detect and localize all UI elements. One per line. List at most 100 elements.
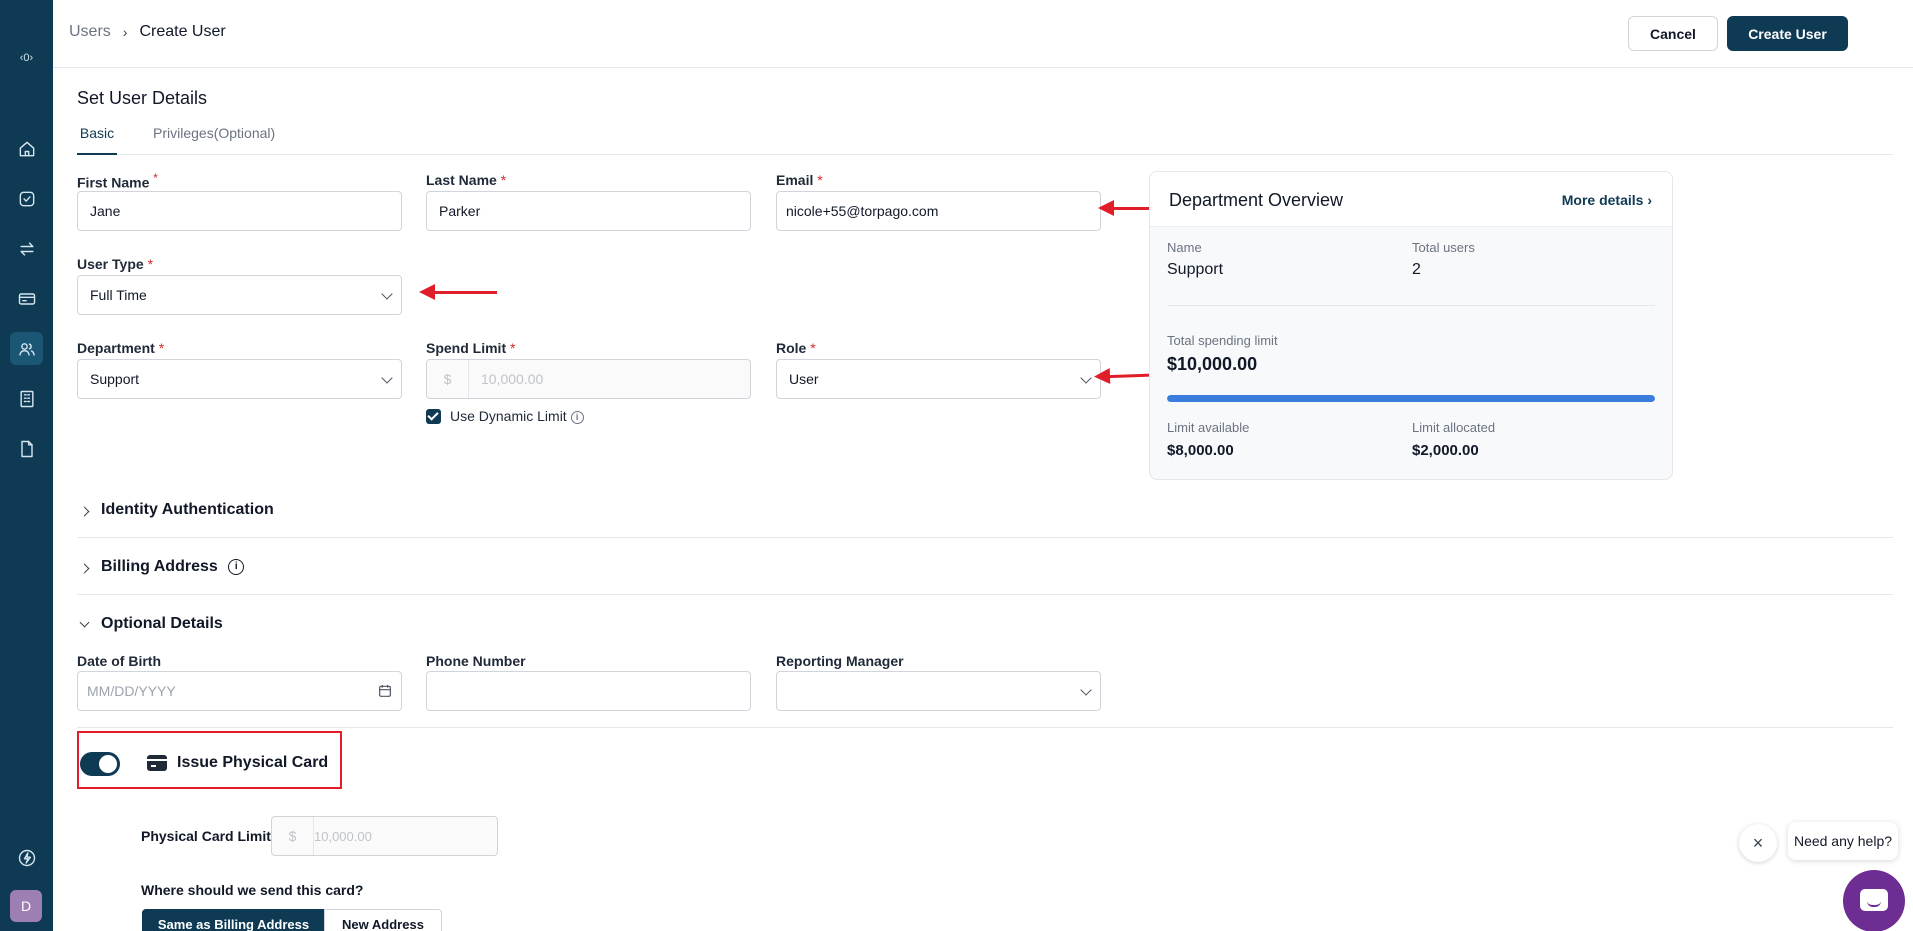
currency-prefix: $	[272, 817, 314, 855]
transfer-icon	[19, 241, 34, 256]
card-icon	[18, 292, 35, 305]
document-icon	[20, 440, 33, 457]
physical-card-limit-label: Physical Card Limit:	[141, 828, 276, 844]
user-type-value: Full Time	[90, 287, 147, 303]
physical-card-limit-input[interactable]: $ 10,000.00	[271, 816, 498, 856]
cancel-button[interactable]: Cancel	[1628, 16, 1718, 51]
tab-privileges[interactable]: Privileges(Optional)	[153, 125, 275, 155]
check-circle-icon	[19, 191, 34, 206]
sidebar: ‹0› D	[0, 0, 53, 931]
sidebar-item-transactions[interactable]	[10, 232, 43, 265]
users-icon	[18, 342, 35, 356]
role-select[interactable]: User	[776, 359, 1101, 399]
billing-address-title: Billing Address i	[101, 558, 245, 576]
page-title: Set User Details	[77, 88, 208, 108]
dynamic-limit-checkbox[interactable]	[426, 409, 441, 424]
phone-input[interactable]	[426, 671, 751, 711]
breadcrumb-current: Create User	[139, 23, 226, 40]
spend-limit-placeholder: 10,000.00	[481, 371, 544, 387]
breadcrumb: Users › Create User	[69, 23, 226, 41]
manager-label: Reporting Manager	[776, 653, 904, 669]
sidebar-item-cards[interactable]	[10, 282, 43, 315]
last-name-field[interactable]: Parker	[426, 191, 751, 231]
sidebar-item-quick-actions[interactable]	[10, 841, 43, 874]
divider	[1167, 305, 1655, 306]
phone-label: Phone Number	[426, 653, 526, 669]
first-name-field[interactable]: Jane	[77, 191, 402, 231]
currency-prefix: $	[427, 360, 469, 398]
same-as-billing-option[interactable]: Same as Billing Address	[142, 909, 325, 931]
user-type-label: User Type *	[77, 256, 154, 272]
dept-name-value: Support	[1167, 261, 1224, 278]
chevron-down-icon	[381, 288, 393, 300]
last-name-label: Last Name *	[426, 172, 507, 188]
issue-physical-card-label: Issue Physical Card	[177, 754, 329, 771]
calendar-icon[interactable]	[377, 683, 393, 699]
dept-available-value: $8,000.00	[1167, 442, 1234, 459]
dept-allocated-label: Limit allocated	[1412, 420, 1496, 435]
dept-spending-label: Total spending limit	[1167, 333, 1278, 348]
help-chat-button[interactable]	[1843, 870, 1905, 931]
chevron-right-icon: ›	[122, 24, 128, 40]
chevron-down-icon	[1080, 684, 1092, 696]
optional-details-section[interactable]: Optional Details	[77, 600, 1893, 644]
first-name-label: First Name *	[77, 172, 158, 191]
sidebar-item-home[interactable]	[10, 132, 43, 165]
role-label: Role *	[776, 340, 816, 356]
department-label: Department *	[77, 340, 165, 356]
department-overview-card: Department Overview More details › Name …	[1149, 171, 1673, 480]
chevron-down-icon	[381, 372, 393, 384]
dept-spending-value: $10,000.00	[1167, 354, 1258, 374]
divider	[77, 727, 1893, 728]
sidebar-item-users[interactable]	[10, 332, 43, 365]
user-type-select[interactable]: Full Time	[77, 275, 402, 315]
spend-limit-input[interactable]: $ 10,000.00	[426, 359, 751, 399]
identity-authentication-section[interactable]: Identity Authentication	[77, 486, 1893, 538]
toggle-knob	[99, 755, 117, 773]
chat-icon	[1860, 889, 1888, 911]
close-help-button[interactable]: ×	[1739, 824, 1777, 862]
building-icon	[19, 390, 34, 407]
credit-card-icon	[147, 755, 167, 771]
info-icon[interactable]: i	[228, 558, 245, 575]
home-icon	[19, 141, 34, 156]
identity-authentication-title: Identity Authentication	[101, 501, 274, 518]
spending-progress-fill	[1167, 395, 1655, 402]
chevron-down-icon	[1080, 372, 1092, 384]
info-icon[interactable]: i	[570, 410, 584, 424]
billing-address-section[interactable]: Billing Address i	[77, 543, 1893, 595]
dept-users-value: 2	[1412, 261, 1421, 278]
new-address-option[interactable]: New Address	[324, 909, 442, 931]
chevron-right-icon	[79, 563, 90, 574]
create-user-button[interactable]: Create User	[1727, 16, 1848, 51]
sidebar-item-company[interactable]	[10, 382, 43, 415]
tab-basic[interactable]: Basic	[77, 125, 117, 155]
dynamic-limit-label: Use Dynamic Limit i	[450, 408, 584, 424]
dept-allocated-value: $2,000.00	[1412, 442, 1479, 459]
sidebar-item-approvals[interactable]	[10, 182, 43, 215]
tab-bar: Basic Privileges(Optional)	[77, 125, 1893, 155]
department-value: Support	[90, 371, 140, 387]
dob-label: Date of Birth	[77, 653, 161, 669]
department-overview-title: Department Overview	[1169, 190, 1344, 210]
dept-users-label: Total users	[1412, 240, 1475, 255]
dob-input[interactable]: MM/DD/YYYY	[77, 671, 402, 711]
manager-select[interactable]	[776, 671, 1101, 711]
avatar[interactable]: D	[10, 890, 42, 922]
more-details-link[interactable]: More details ›	[1562, 192, 1652, 208]
spend-limit-label: Spend Limit *	[426, 340, 516, 356]
chevron-right-icon: ›	[1647, 192, 1652, 208]
last-name-value: Parker	[439, 203, 481, 219]
issue-physical-card-toggle[interactable]	[80, 752, 120, 776]
dept-available-label: Limit available	[1167, 420, 1250, 435]
breadcrumb-users-link[interactable]: Users	[69, 23, 111, 41]
physical-card-limit-placeholder: 10,000.00	[314, 828, 372, 844]
email-field[interactable]: nicole+55@torpago.com	[776, 191, 1101, 231]
sidebar-item-documents[interactable]	[10, 432, 43, 465]
email-value: nicole+55@torpago.com	[786, 203, 939, 219]
chevron-right-icon	[79, 506, 90, 517]
department-select[interactable]: Support	[77, 359, 402, 399]
dob-placeholder: MM/DD/YYYY	[87, 683, 176, 699]
help-bubble[interactable]: Need any help?	[1788, 822, 1898, 860]
app-logo[interactable]: ‹0›	[12, 50, 41, 66]
